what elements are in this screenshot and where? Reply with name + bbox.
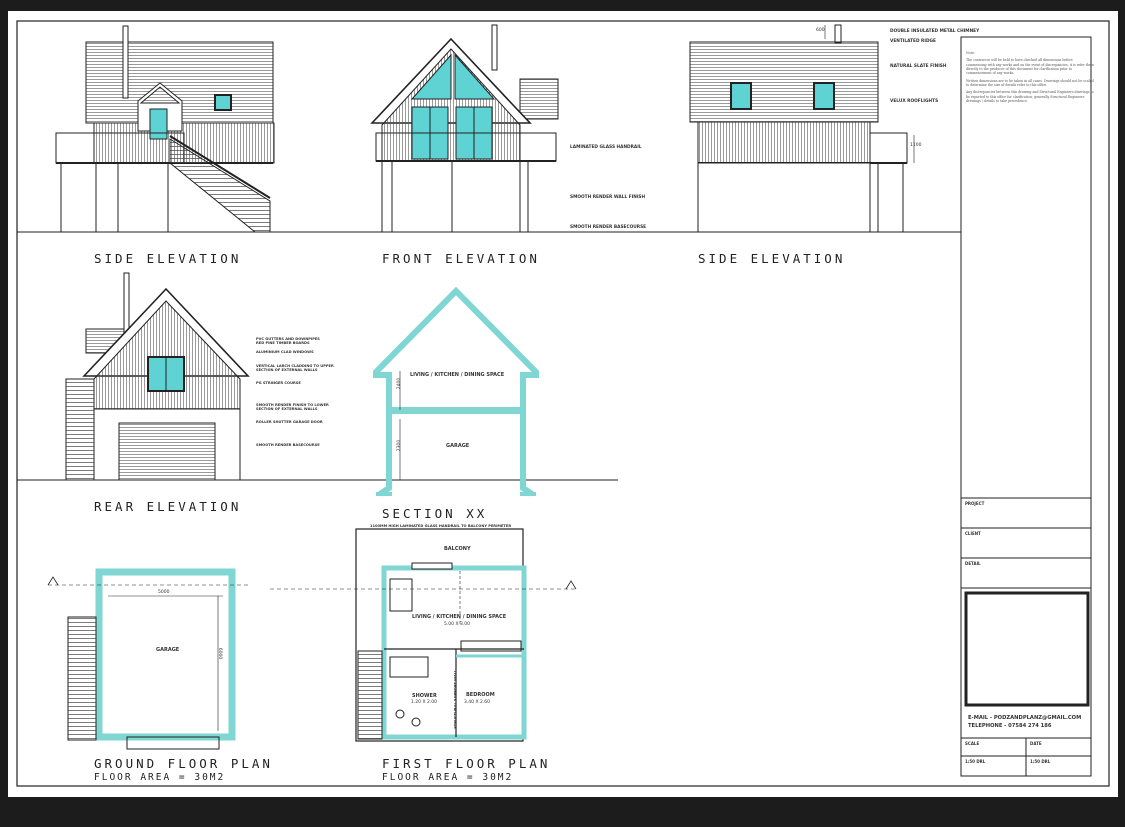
note-render-lower: SMOOTH RENDER FINISH TO LOWER SECTION OF … (256, 403, 329, 412)
dim-ground-depth: 6000 (217, 647, 223, 660)
dim-section-lower: 2300 (397, 439, 403, 452)
value-date: 1:50 DRL (1030, 759, 1051, 764)
note-garage-door: ROLLER SHUTTER GARAGE DOOR (256, 420, 323, 424)
first-living-dim: 5.00 X 3.00 (444, 622, 470, 627)
title-block-notes: Note: The contractor will be held to hav… (966, 51, 1094, 103)
first-floor-area: FLOOR AREA = 30M2 (382, 772, 514, 783)
dim-section-upper: 2400 (397, 377, 403, 390)
note-basecourse: SMOOTH RENDER BASECOURSE (256, 443, 320, 447)
note-gutters: PVC GUTTERS AND DOWNPIPES RED PINE TIMBER… (256, 337, 320, 346)
first-bedroom-dim: 3.40 X 2.60 (464, 700, 490, 705)
title-block-frame (960, 36, 1092, 777)
label-client: CLIENT (965, 531, 981, 536)
note-cladding: VERTICAL LARCH CLADDING TO UPPER SECTION … (256, 364, 334, 373)
drawing-sheet: SIDE ELEVATION FRONT ELEVATION SIDE ELEV… (8, 11, 1118, 797)
first-floor-plan (270, 528, 577, 742)
label-scale: SCALE (965, 741, 980, 746)
note-rooflights: VELUX ROOFLIGHTS (890, 99, 939, 104)
note-render-base: SMOOTH RENDER BASECOURSE (570, 225, 647, 230)
contact-email: E-MAIL - PODZANDPLANZ@GMAIL.COM (968, 715, 1082, 721)
note-slate: NATURAL SLATE FINISH (890, 64, 947, 69)
note-stringer: PG STRINGER COURSE (256, 381, 301, 385)
title-side-elevation-left: SIDE ELEVATION (94, 251, 242, 266)
side-elevation-right (689, 24, 915, 233)
value-scale: 1:50 DRL (965, 759, 986, 764)
title-first-floor-plan: FIRST FLOOR PLAN (382, 756, 551, 771)
front-elevation (370, 24, 559, 232)
rear-elevation (65, 272, 250, 481)
label-detail: DETAIL (965, 561, 981, 566)
side-elevation-left (55, 25, 275, 233)
note-chimney: DOUBLE INSULATED METAL CHIMNEY (890, 29, 980, 34)
ground-floor-area: FLOOR AREA = 30M2 (94, 772, 226, 783)
contact-phone: TELEPHONE - 07584 274 186 (968, 723, 1052, 729)
dim-chimney: 600 (816, 28, 825, 33)
first-bedroom: BEDROOM (466, 692, 495, 698)
first-shower: SHOWER (412, 693, 437, 699)
section-upper-room: LIVING / KITCHEN / DINING SPACE (410, 372, 505, 378)
ground-floor-plan (47, 568, 248, 750)
first-living: LIVING / KITCHEN / DINING SPACE (412, 614, 507, 620)
note-render-wall: SMOOTH RENDER WALL FINISH (570, 195, 646, 200)
title-side-elevation-right: SIDE ELEVATION (698, 251, 846, 266)
note-windows: ALUMINIUM CLAD WINDOWS (256, 350, 314, 354)
title-front-elevation: FRONT ELEVATION (382, 251, 540, 266)
dim-ground-width: 5000 (158, 590, 170, 595)
ground-room-garage: GARAGE (156, 647, 180, 653)
note-ridge: VENTILATED RIDGE (890, 39, 936, 44)
label-project: PROJECT (965, 501, 985, 506)
title-rear-elevation: REAR ELEVATION (94, 499, 242, 514)
first-partition-note: STRUCTURAL SUPPORT WALL (453, 669, 458, 729)
title-section-xx: SECTION XX (382, 506, 488, 521)
dim-handrail: 1100 (910, 143, 922, 148)
section-lower-room: GARAGE (446, 443, 470, 449)
note-glass-handrail: LAMINATED GLASS HANDRAIL (570, 145, 642, 150)
label-date: DATE (1030, 741, 1042, 746)
section-xx (373, 286, 539, 497)
drawing-linework (16, 20, 1110, 787)
title-ground-floor-plan: GROUND FLOOR PLAN (94, 756, 273, 771)
first-balcony: BALCONY (444, 546, 471, 552)
first-shower-dim: 1.20 X 2.00 (411, 700, 437, 705)
note-balcony-handrail: 1100MM HIGH LAMINATED GLASS HANDRAIL TO … (370, 524, 512, 528)
